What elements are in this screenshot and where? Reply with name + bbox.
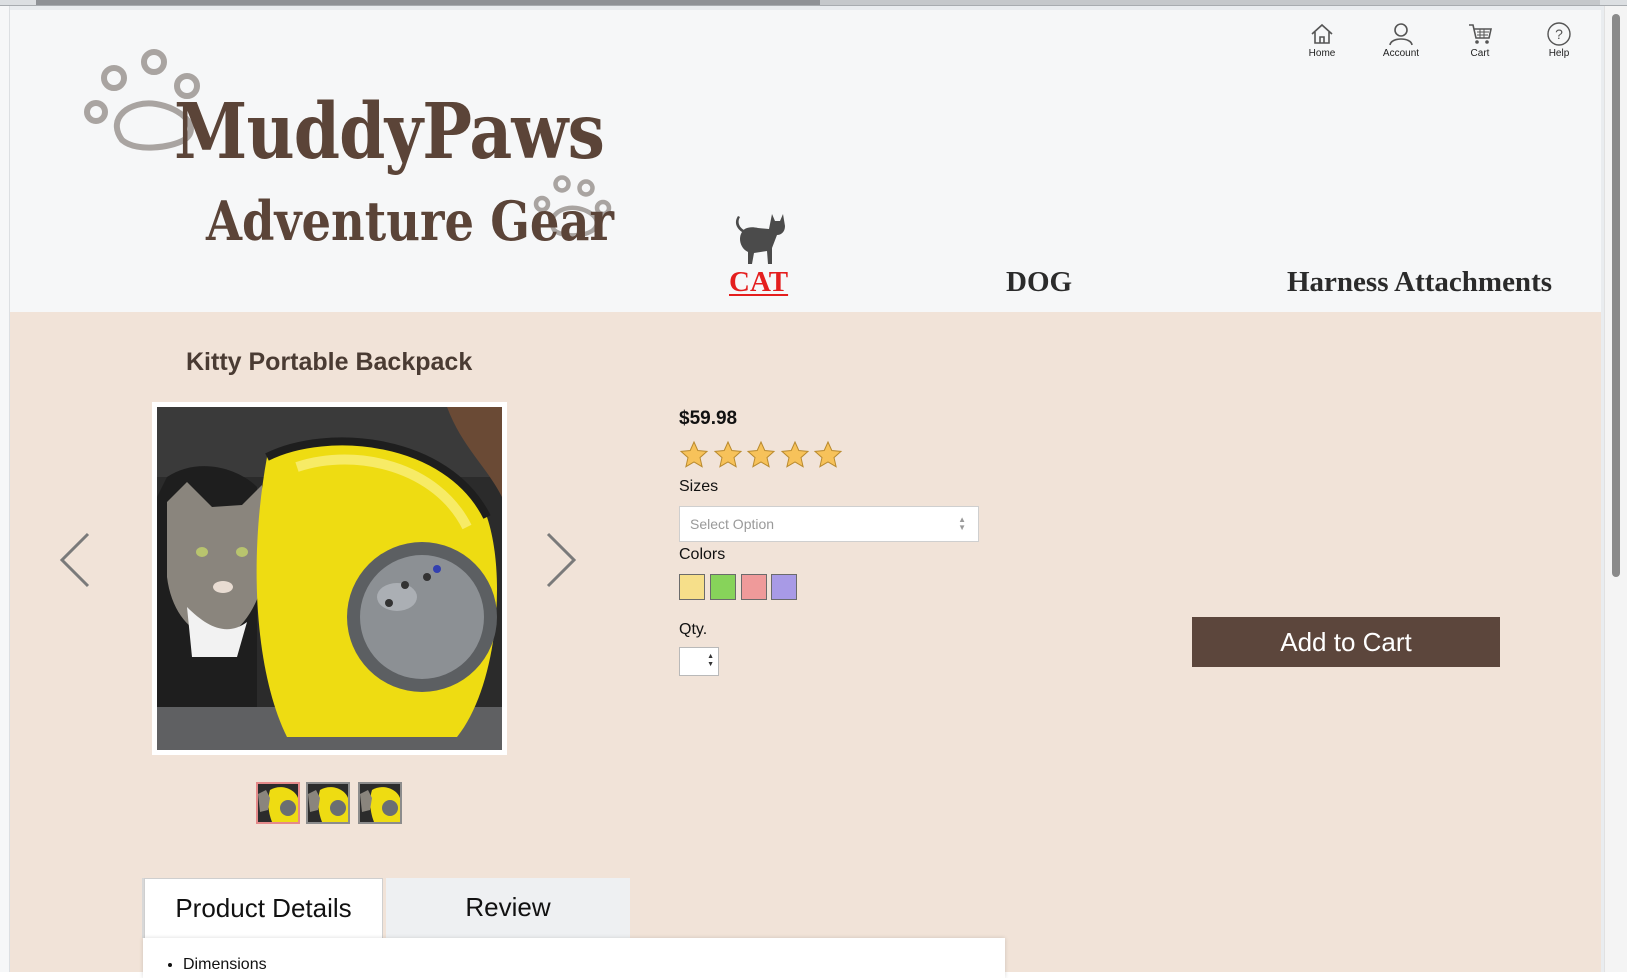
scrollbar-thumb[interactable] bbox=[1612, 14, 1620, 577]
svg-text:?: ? bbox=[1555, 26, 1563, 42]
page: MuddyPaws Adventure Gear Home Account Ca… bbox=[0, 0, 1627, 978]
product-main-image[interactable] bbox=[157, 407, 502, 750]
size-select[interactable]: Select Option ▲ ▼ bbox=[679, 506, 979, 542]
star-icon bbox=[780, 440, 809, 468]
category-nav-cat[interactable]: CAT bbox=[729, 266, 788, 299]
color-swatch-pink[interactable] bbox=[741, 574, 767, 600]
nav-help[interactable]: ? Help bbox=[1529, 22, 1589, 59]
help-icon: ? bbox=[1547, 22, 1571, 46]
thumbnail-2[interactable] bbox=[306, 782, 350, 824]
account-icon bbox=[1389, 23, 1413, 46]
details-item-dimensions: Dimensions bbox=[183, 956, 267, 974]
star-icon bbox=[679, 440, 709, 468]
stepper-arrows-icon[interactable]: ▲ ▼ bbox=[707, 653, 714, 669]
add-to-cart-button[interactable]: Add to Cart bbox=[1192, 617, 1500, 667]
details-list: Dimensions bbox=[165, 956, 267, 974]
tab-review[interactable]: Review bbox=[386, 878, 630, 938]
product-title: Kitty Portable Backpack bbox=[186, 348, 473, 376]
star-icon bbox=[746, 440, 776, 468]
qty-label: Qty. bbox=[679, 621, 708, 638]
home-icon bbox=[1311, 23, 1333, 44]
color-swatch-green[interactable] bbox=[710, 574, 736, 600]
product-price: $59.98 bbox=[679, 408, 738, 429]
select-arrows-icon: ▲ ▼ bbox=[958, 515, 966, 532]
category-nav-harness-attachments[interactable]: Harness Attachments bbox=[1287, 266, 1552, 299]
nav-cart[interactable]: Cart bbox=[1450, 22, 1510, 59]
star-icon bbox=[713, 440, 742, 468]
thumbnail-3[interactable] bbox=[358, 782, 402, 824]
gallery-prev-arrow-icon[interactable] bbox=[58, 532, 92, 588]
nav-account-label: Account bbox=[1382, 48, 1420, 59]
product-image-frame bbox=[152, 402, 507, 755]
product-details-panel: Dimensions bbox=[143, 938, 1005, 978]
cat-icon bbox=[735, 214, 785, 264]
quantity-stepper[interactable]: ▲ ▼ bbox=[679, 647, 719, 676]
browser-tab-strip bbox=[0, 0, 1627, 6]
gallery-next-arrow-icon[interactable] bbox=[544, 532, 578, 588]
tab-product-details[interactable]: Product Details bbox=[144, 878, 383, 938]
nav-account[interactable]: Account bbox=[1371, 22, 1431, 59]
color-swatch-purple[interactable] bbox=[771, 574, 797, 600]
star-icon bbox=[813, 440, 843, 468]
window-left-edge bbox=[0, 6, 10, 972]
sizes-label: Sizes bbox=[679, 478, 719, 495]
nav-home-label: Home bbox=[1308, 48, 1336, 59]
brand-logo[interactable]: MuddyPaws Adventure Gear bbox=[84, 46, 644, 266]
size-select-value: Select Option bbox=[690, 516, 775, 532]
brand-name: MuddyPaws bbox=[174, 87, 605, 177]
nav-help-label: Help bbox=[1548, 48, 1570, 59]
cart-icon bbox=[1469, 24, 1492, 44]
category-nav-dog[interactable]: DOG bbox=[1006, 266, 1072, 299]
thumbnail-1[interactable] bbox=[256, 782, 300, 824]
nav-cart-label: Cart bbox=[1470, 48, 1490, 59]
brand-tagline: Adventure Gear bbox=[206, 189, 614, 253]
colors-label: Colors bbox=[679, 546, 726, 563]
nav-home[interactable]: Home bbox=[1292, 22, 1352, 59]
color-swatch-yellow[interactable] bbox=[679, 574, 705, 600]
